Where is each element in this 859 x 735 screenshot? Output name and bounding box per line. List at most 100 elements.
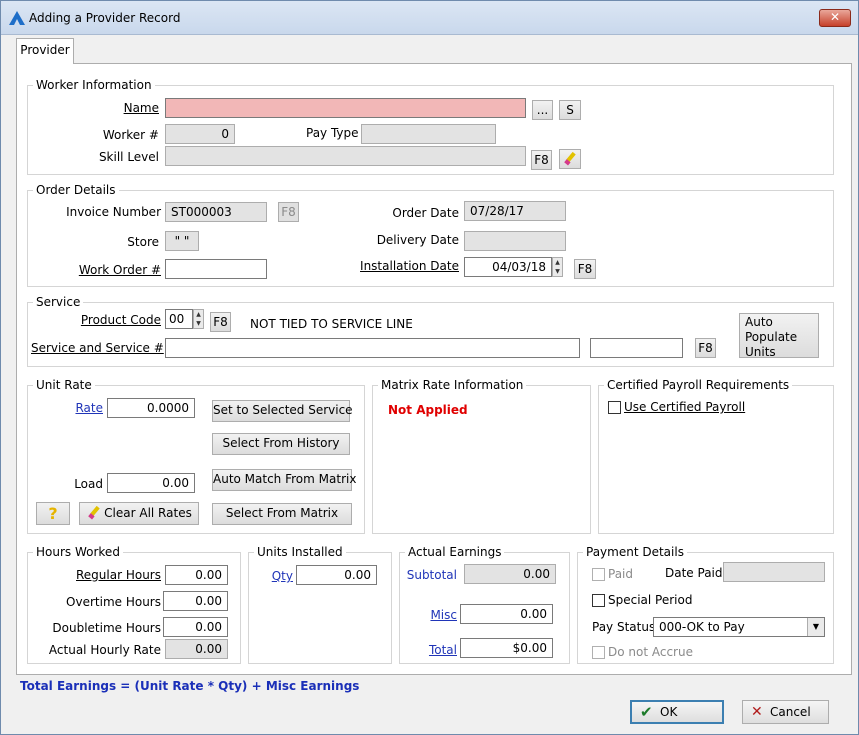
date-paid-field (723, 562, 825, 582)
delivery-date-field (464, 231, 566, 251)
regular-hours-label: Regular Hours (76, 568, 161, 582)
product-code-field[interactable]: 00 (165, 309, 193, 329)
date-paid-label: Date Paid (665, 566, 723, 580)
installation-f8-button[interactable]: F8 (574, 259, 596, 279)
order-date-field: 07/28/17 (464, 201, 566, 221)
qty-field[interactable]: 0.00 (296, 565, 377, 585)
dialog-window: Adding a Provider Record ✕ Provider Work… (0, 0, 859, 735)
use-certified-payroll-checkbox[interactable] (608, 401, 621, 414)
unit-rate-title: Unit Rate (33, 377, 95, 393)
doubletime-hours-label: Doubletime Hours (52, 621, 161, 635)
skill-level-f8-button[interactable]: F8 (531, 150, 552, 170)
cancel-button[interactable]: ✕ Cancel (742, 700, 829, 724)
hours-worked-title: Hours Worked (33, 544, 123, 560)
service-field[interactable] (165, 338, 580, 358)
total-label[interactable]: Total (401, 642, 457, 658)
spin-down-icon[interactable]: ▼ (553, 267, 562, 276)
service-title: Service (33, 294, 84, 310)
store-field[interactable]: " " (165, 231, 199, 251)
pay-status-label: Pay Status (592, 620, 656, 634)
spin-up-icon[interactable]: ▲ (194, 310, 203, 319)
auto-populate-units-label: Auto Populate Units (745, 315, 798, 359)
ok-button[interactable]: ✔ OK (630, 700, 724, 724)
do-not-accrue-checkbox[interactable] (592, 646, 605, 659)
pay-type-label: Pay Type (306, 126, 359, 140)
subtotal-field: 0.00 (464, 564, 556, 584)
set-selected-service-button[interactable]: Set to Selected Service (212, 400, 353, 422)
eraser-icon (564, 151, 576, 166)
x-icon: ✕ (751, 704, 763, 720)
qty-label[interactable]: Qty (261, 568, 293, 584)
actual-hourly-rate-field: 0.00 (165, 639, 228, 659)
product-code-label: Product Code (80, 313, 161, 327)
service-number-field[interactable] (590, 338, 683, 358)
earnings-formula-text: Total Earnings = (Unit Rate * Qty) + Mis… (20, 679, 360, 693)
store-label: Store (127, 235, 159, 249)
select-matrix-button[interactable]: Select From Matrix (212, 503, 352, 525)
product-code-f8-button[interactable]: F8 (210, 312, 231, 332)
rate-field[interactable]: 0.0000 (107, 398, 195, 418)
doubletime-hours-field[interactable]: 0.00 (163, 617, 228, 637)
special-period-checkbox[interactable] (592, 594, 605, 607)
worker-number-field: 0 (165, 124, 235, 144)
use-certified-payroll-label: Use Certified Payroll (624, 400, 746, 414)
invoice-number-field: ST000003 (165, 202, 267, 222)
skill-eraser-button[interactable] (559, 149, 581, 169)
installation-date-field[interactable]: 04/03/18 (464, 257, 552, 277)
matrix-status-text: Not Applied (388, 403, 468, 417)
service-label: Service and Service # (31, 341, 164, 355)
order-date-label: Order Date (392, 206, 459, 220)
name-field[interactable] (165, 98, 526, 118)
total-field[interactable]: $0.00 (460, 638, 553, 658)
window-title: Adding a Provider Record (29, 11, 181, 25)
worker-number-label: Worker # (102, 128, 159, 142)
misc-label[interactable]: Misc (401, 607, 457, 623)
tab-provider[interactable]: Provider (16, 38, 74, 64)
misc-field[interactable]: 0.00 (460, 604, 553, 624)
select-history-button[interactable]: Select From History (212, 433, 350, 455)
ok-label: OK (660, 705, 678, 719)
spin-up-icon[interactable]: ▲ (553, 258, 562, 267)
work-order-field[interactable] (165, 259, 267, 279)
close-icon[interactable]: ✕ (819, 9, 851, 27)
regular-hours-field[interactable]: 0.00 (165, 565, 228, 585)
paid-checkbox[interactable] (592, 568, 605, 581)
app-logo-icon (9, 11, 25, 25)
pay-status-dropdown[interactable]: 000-OK to Pay ▼ (653, 617, 825, 637)
invoice-number-label: Invoice Number (66, 205, 161, 219)
subtotal-label: Subtotal (406, 568, 457, 582)
pay-type-field (361, 124, 496, 144)
skill-level-field (165, 146, 526, 166)
installation-date-spinner[interactable]: ▲ ▼ (552, 257, 563, 277)
name-lookup-button[interactable]: ... (532, 100, 553, 120)
invoice-f8-button[interactable]: F8 (278, 202, 299, 222)
not-tied-text: NOT TIED TO SERVICE LINE (250, 317, 413, 331)
overtime-hours-field[interactable]: 0.00 (163, 591, 228, 611)
s-button[interactable]: S (559, 100, 581, 120)
spin-down-icon[interactable]: ▼ (194, 319, 203, 328)
checkmark-icon: ✔ (640, 703, 653, 721)
matrix-rate-title: Matrix Rate Information (378, 377, 527, 393)
clear-all-rates-button[interactable]: Clear All Rates (79, 502, 199, 525)
help-icon[interactable]: ? (36, 502, 70, 525)
rate-label[interactable]: Rate (61, 400, 103, 416)
product-code-spinner[interactable]: ▲ ▼ (193, 309, 204, 329)
certified-payroll-title: Certified Payroll Requirements (604, 377, 793, 393)
paid-label: Paid (608, 567, 634, 581)
payment-details-title: Payment Details (583, 544, 687, 560)
auto-populate-units-button[interactable]: Auto Populate Units (739, 313, 819, 359)
installation-date-label: Installation Date (360, 259, 459, 273)
dropdown-arrow-icon[interactable]: ▼ (807, 618, 824, 636)
overtime-hours-label: Overtime Hours (66, 595, 161, 609)
skill-level-label: Skill Level (98, 150, 159, 164)
eraser-icon (88, 505, 100, 520)
load-field[interactable]: 0.00 (107, 473, 195, 493)
worker-information-title: Worker Information (33, 77, 155, 93)
delivery-date-label: Delivery Date (376, 233, 459, 247)
service-f8-button[interactable]: F8 (695, 338, 716, 358)
load-label: Load (74, 477, 103, 491)
order-details-title: Order Details (33, 182, 119, 198)
auto-match-matrix-button[interactable]: Auto Match From Matrix (212, 469, 356, 491)
actual-earnings-title: Actual Earnings (405, 544, 505, 560)
pay-status-value: 000-OK to Pay (659, 620, 745, 634)
